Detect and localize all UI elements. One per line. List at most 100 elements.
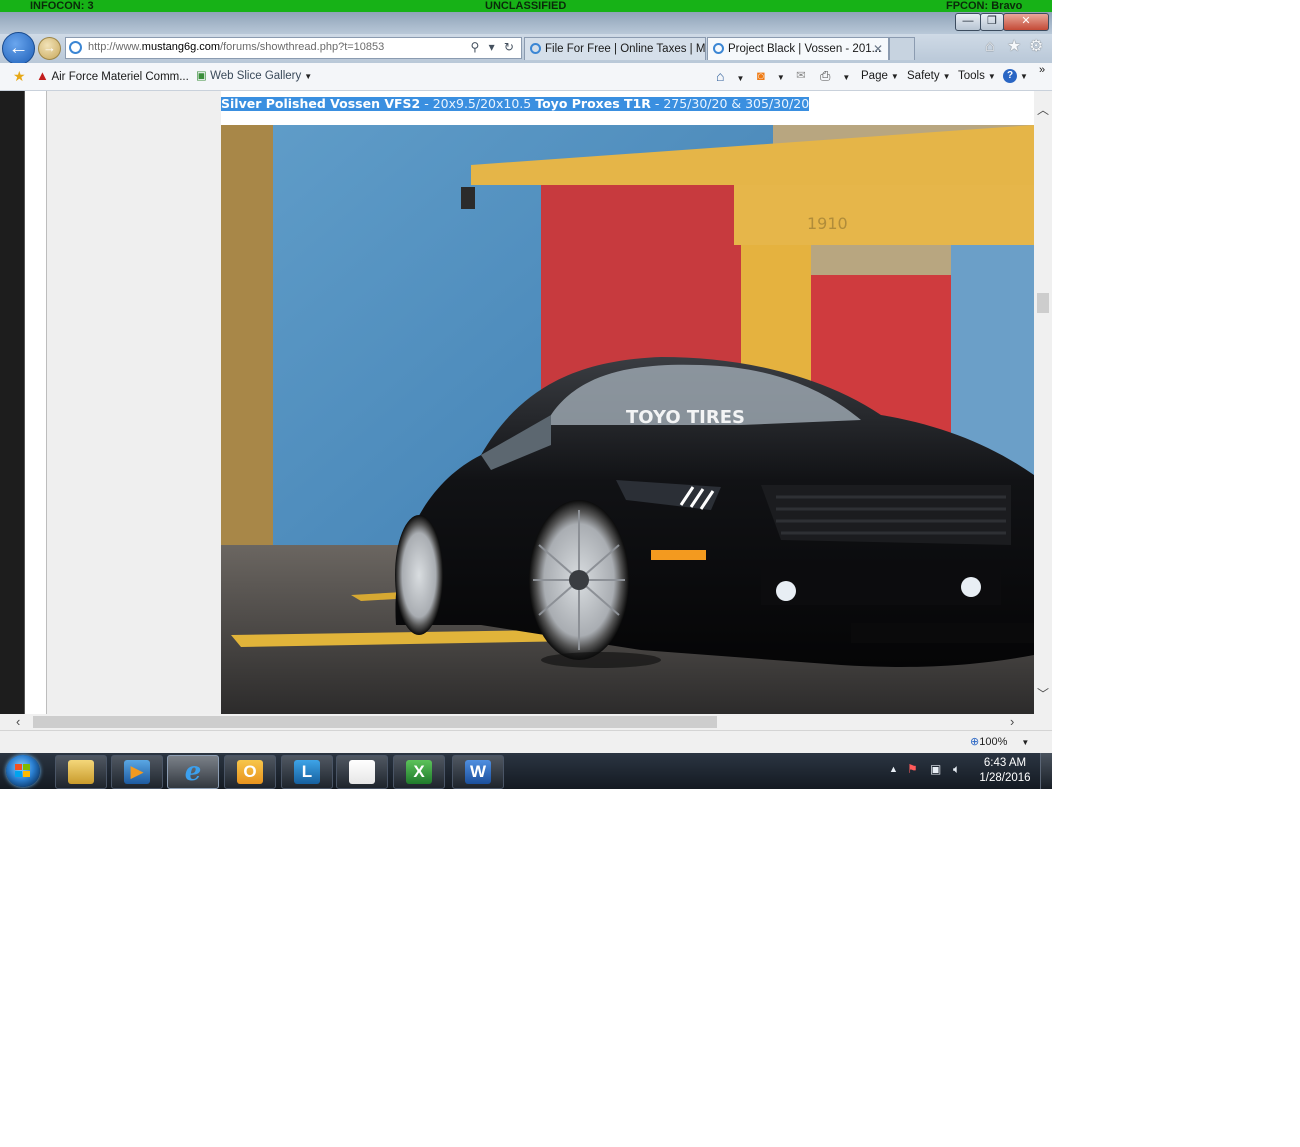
help-menu[interactable]: ? ▼ (1003, 63, 1028, 90)
chevron-down-icon: ▼ (776, 73, 785, 82)
home-icon[interactable]: ⌂ (985, 38, 995, 56)
address-bar[interactable]: http://www.mustang6g.com/forums/showthre… (65, 37, 522, 59)
favorites-add-star-icon[interactable]: ★ (13, 63, 26, 89)
favorites-star-icon[interactable]: ★ (1007, 38, 1021, 56)
taskbar-outlook[interactable]: O (224, 755, 276, 789)
taskbar-windows-explorer[interactable] (55, 755, 107, 789)
clock-date: 1/28/2016 (979, 772, 1031, 784)
taskbar-adobe-reader[interactable] (336, 755, 388, 789)
chevron-down-icon: ▼ (942, 72, 951, 81)
tab-label: File For Free | Online Taxes | M... (545, 43, 706, 55)
caption-wheel-size: - 20x9.5/20x10.5 (420, 96, 536, 111)
ie-page-icon (69, 41, 82, 54)
web-slice-icon: ▣ (196, 70, 207, 82)
outlook-icon: O (237, 760, 263, 784)
back-arrow-icon: ← (8, 37, 29, 59)
gear-icon[interactable]: ⚙ (1029, 38, 1043, 56)
selected-caption-text[interactable]: Silver Polished Vossen VFS2 - 20x9.5/20x… (221, 96, 810, 111)
scroll-left-icon[interactable]: ‹ (16, 714, 20, 730)
page-left-margin (0, 91, 25, 714)
horizontal-scrollbar[interactable]: ‹ › (0, 714, 1052, 730)
af-logo-icon: ▲ (36, 68, 49, 83)
zoom-control[interactable]: ⊕100% ▼ (970, 731, 1029, 754)
building-number: 1910 (807, 214, 848, 233)
safety-menu[interactable]: Safety ▼ (907, 63, 951, 90)
start-button[interactable] (6, 755, 40, 787)
chevron-down-icon: ▼ (304, 72, 313, 81)
fpcon-label: FPCON: Bravo (946, 0, 1023, 12)
caption-wheel-brand: Silver Polished Vossen VFS2 (221, 96, 421, 111)
car-photo: 1910 TOYO TIRES (221, 125, 1034, 714)
volume-icon[interactable]: 🔈︎ (953, 762, 960, 777)
tab-label: Project Black | Vossen - 201... (728, 43, 882, 55)
taskbar: ▶ e O L X W ▲ ⚑ ▣ 🔈︎ 6:43 AM 1/28/2016 (0, 753, 1052, 789)
show-desktop-button[interactable] (1040, 753, 1052, 789)
close-window-button[interactable]: ✕ (1003, 13, 1049, 31)
page-content: Silver Polished Vossen VFS2 - 20x9.5/20x… (0, 91, 1052, 714)
network-icon[interactable]: ▣ (930, 762, 941, 776)
print-menu[interactable]: ⎙ ▼ (820, 63, 850, 91)
screen: INFOCON: 3 UNCLASSIFIED FPCON: Bravo — ❐… (0, 0, 1052, 789)
taskbar-clock[interactable]: 6:43 AM 1/28/2016 (970, 756, 1040, 786)
favorite-label: Web Slice Gallery (210, 70, 302, 82)
home-menu[interactable]: ⌂ ▼ (716, 63, 744, 92)
new-tab-button[interactable] (889, 37, 915, 60)
taskbar-word[interactable]: W (452, 755, 504, 789)
favorites-bar: ★ ▲ Air Force Materiel Comm... ▣ Web Sli… (0, 63, 1052, 91)
window-title-bar: — ❐ ✕ (0, 12, 1052, 34)
caption-tire-brand: Toyo Proxes T1R (535, 96, 651, 111)
vertical-scroll-thumb[interactable] (1037, 293, 1049, 313)
favorite-label: Air Force Materiel Comm... (51, 71, 189, 83)
tab-file-for-free[interactable]: File For Free | Online Taxes | M... (524, 37, 706, 60)
scroll-up-icon[interactable]: ︿ (1037, 101, 1049, 118)
url-path: /forums/showthread.php?t=10853 (220, 41, 385, 53)
lync-icon: L (294, 760, 320, 784)
close-tab-icon[interactable]: ✕ (873, 38, 883, 60)
favorite-air-force-materiel[interactable]: ▲ Air Force Materiel Comm... (36, 63, 189, 90)
minimize-button[interactable]: — (955, 13, 981, 31)
taskbar-excel[interactable]: X (393, 755, 445, 789)
rear-wheel (395, 515, 443, 635)
vertical-scrollbar[interactable]: ︿ ﹀ (1034, 91, 1052, 714)
caption-tire-size: - 275/30/20 & 305/30/20 (650, 96, 810, 111)
home-icon: ⌂ (716, 68, 725, 84)
status-bar: ⊕100% ▼ (0, 730, 1052, 754)
safety-menu-label: Safety (907, 70, 940, 82)
chevron-down-icon: ▼ (987, 72, 996, 81)
taskbar-media-player[interactable]: ▶ (111, 755, 163, 789)
taskbar-internet-explorer[interactable]: e (167, 755, 219, 789)
chevron-down-icon: ▼ (890, 72, 899, 81)
feeds-menu[interactable]: ◙ ▼ (757, 63, 785, 91)
classification-banner: INFOCON: 3 UNCLASSIFIED FPCON: Bravo (0, 0, 1052, 12)
forward-button[interactable]: → (38, 37, 61, 60)
mail-icon[interactable]: ✉ (796, 63, 806, 89)
zoom-icon: ⊕ (970, 736, 980, 748)
forward-arrow-icon: → (43, 40, 56, 55)
ie-icon: e (184, 757, 202, 787)
page-menu[interactable]: Page ▼ (861, 63, 899, 90)
chevron-down-icon: ▼ (1021, 738, 1030, 747)
address-tools-icons[interactable]: ⚲ ▾ ↻ (470, 38, 517, 57)
action-center-flag-icon[interactable]: ⚑ (907, 762, 918, 776)
clock-time: 6:43 AM (983, 757, 1027, 769)
back-button[interactable]: ← (2, 32, 35, 65)
show-hidden-icons-icon[interactable]: ▲ (889, 764, 898, 774)
printer-icon: ⎙ (820, 68, 831, 83)
zoom-level: 100% (979, 736, 1008, 748)
chevron-more-icon[interactable]: » (1039, 57, 1045, 83)
scroll-right-icon[interactable]: › (1010, 714, 1014, 730)
page-left-gutter (25, 91, 47, 714)
car-photo-illustration: 1910 TOYO TIRES (221, 125, 1034, 714)
pdf-icon (349, 760, 375, 784)
tab-project-black[interactable]: Project Black | Vossen - 201... ✕ (707, 37, 889, 60)
tools-menu[interactable]: Tools ▼ (958, 63, 996, 90)
address-url[interactable]: http://www.mustang6g.com/forums/showthre… (88, 38, 384, 57)
scroll-down-icon[interactable]: ﹀ (1037, 685, 1049, 702)
infocon-label: INFOCON: 3 (30, 0, 94, 12)
favorite-web-slice-gallery[interactable]: ▣ Web Slice Gallery ▼ (196, 63, 312, 90)
folder-icon (68, 760, 94, 784)
restore-button[interactable]: ❐ (980, 13, 1004, 31)
page-menu-label: Page (861, 70, 888, 82)
horizontal-scroll-thumb[interactable] (33, 716, 717, 728)
taskbar-lync[interactable]: L (281, 755, 333, 789)
